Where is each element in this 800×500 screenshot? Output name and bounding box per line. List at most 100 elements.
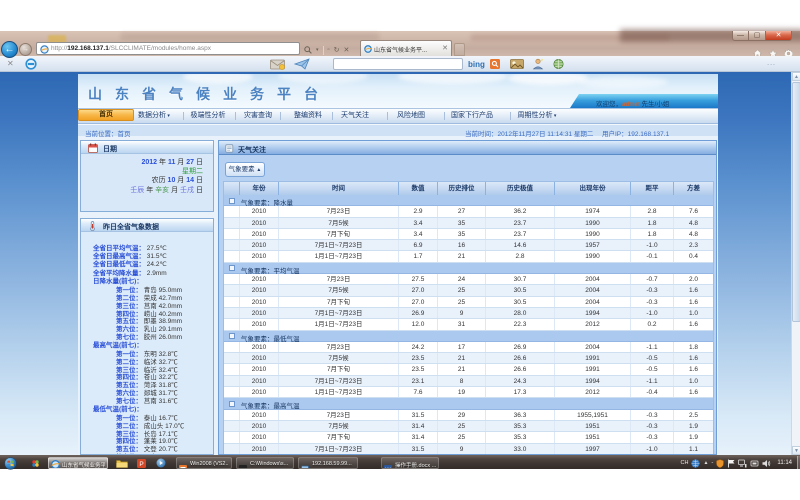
compatibility-icon[interactable]: ▫: [328, 47, 330, 53]
address-bar[interactable]: http://192.168.137.1/SLCCLIMATE/modules/…: [36, 42, 300, 55]
person-icon[interactable]: [532, 58, 544, 70]
mail-icon[interactable]: [270, 59, 286, 70]
table-cell: 31.5: [399, 410, 438, 420]
table-row[interactable]: 20107月23日2.92736.219742.87.6: [224, 206, 713, 217]
toolbar-overflow-dots[interactable]: ...: [767, 60, 776, 67]
scroll-down-icon[interactable]: ▼: [792, 446, 800, 455]
table-row[interactable]: 20107月23日27.52430.72004-0.72.0: [224, 274, 713, 285]
table-row[interactable]: 20107月1日~7月23日6.91614.61957-1.02.3: [224, 240, 713, 251]
back-button[interactable]: ←: [1, 41, 18, 58]
speaker-icon[interactable]: [762, 459, 771, 468]
launcher-pinwheel-icon[interactable]: [31, 459, 40, 468]
task-button[interactable]: 192.168.59.99...: [298, 457, 358, 469]
globe-group-icon[interactable]: [552, 58, 565, 70]
network-icon[interactable]: [738, 459, 747, 468]
globe-tray-icon[interactable]: [691, 459, 700, 468]
gregorian-date: 2012 年 11 月 27 日: [130, 158, 203, 167]
task-button[interactable]: >_C:\Windows\s...: [236, 457, 294, 469]
nav-item[interactable]: 天气关注: [334, 109, 376, 123]
task-button[interactable]: Win2008 (VS2...: [176, 457, 232, 469]
bing-search-button-icon[interactable]: [490, 59, 500, 69]
table-cell: 2012: [555, 319, 631, 329]
task-label: 192.168.59.99...: [312, 461, 355, 467]
group-expander-icon[interactable]: [229, 265, 235, 271]
table-row[interactable]: 20107月下旬3.43523.719901.84.8: [224, 229, 713, 240]
usb-device-icon[interactable]: [750, 459, 759, 468]
refresh-icon[interactable]: ↻: [334, 46, 340, 54]
table-cell: 2010: [240, 206, 279, 216]
welcome-ribbon: 欢迎您，admin 先生/小姐: [570, 94, 718, 108]
table-cell: -0.3: [631, 285, 674, 295]
show-hidden-icons-icon[interactable]: ▲: [703, 460, 708, 466]
table-row[interactable]: 20101月1日~7月23日12.03122.320120.21.6: [224, 319, 713, 330]
forward-button[interactable]: →: [19, 43, 32, 56]
table-row[interactable]: 20107月1日~7月23日31.5933.01997-1.01.1: [224, 444, 713, 455]
language-indicator[interactable]: CH: [681, 460, 689, 466]
group-expander-icon[interactable]: [229, 198, 235, 204]
page-scrollbar[interactable]: ▲ ▼: [791, 72, 800, 455]
bing-search-input[interactable]: [333, 58, 463, 70]
table-row[interactable]: 20107月5候23.52126.61991-0.51.6: [224, 353, 713, 364]
start-button-icon[interactable]: [4, 457, 17, 470]
table-row[interactable]: 20107月下旬27.02530.52004-0.31.6: [224, 297, 713, 308]
nav-item[interactable]: 数据分析 ▾: [133, 109, 175, 123]
toolbar-close-icon[interactable]: ✕: [7, 60, 14, 68]
username: admin: [622, 101, 640, 108]
table-row[interactable]: 20107月23日24.21726.92004-1.11.8: [224, 342, 713, 353]
tab-close-icon[interactable]: ✕: [442, 45, 448, 52]
table-row[interactable]: 20107月1日~7月23日23.1824.31994-1.11.0: [224, 376, 713, 387]
element-filter-button[interactable]: 气象要素 ▲: [225, 162, 265, 177]
app-orange-icon[interactable]: P: [137, 459, 146, 468]
table-row[interactable]: 20107月1日~7月23日26.9928.01994-1.01.0: [224, 308, 713, 319]
explorer-folder-icon[interactable]: [116, 459, 128, 468]
security-shield-icon[interactable]: [716, 459, 724, 468]
nav-item-home[interactable]: 首页: [78, 109, 134, 121]
tab-favicon-icon: [364, 45, 372, 53]
table-row[interactable]: 20107月5候27.02530.52004-0.31.6: [224, 285, 713, 296]
column-header: 数值: [399, 182, 438, 195]
browser-tab[interactable]: 山东省气候业务平... ✕: [360, 40, 452, 56]
new-tab-button[interactable]: [454, 43, 465, 56]
scroll-up-icon[interactable]: ▲: [792, 72, 800, 81]
send-mail-icon[interactable]: [294, 58, 311, 70]
table-cell: 2010: [240, 364, 279, 374]
task-button[interactable]: W操作手册.docx ...: [381, 457, 439, 469]
column-header: 历史极值: [486, 182, 555, 195]
taskbar-clock[interactable]: 11:14: [777, 460, 792, 466]
nav-item[interactable]: 整编资料: [287, 109, 329, 123]
group-expander-icon[interactable]: [229, 333, 235, 339]
gallery-icon[interactable]: [510, 59, 524, 69]
action-center-flag-icon[interactable]: [727, 459, 735, 468]
search-icon[interactable]: [304, 46, 312, 54]
table-group-row[interactable]: 气象要素：最高气温: [224, 398, 713, 409]
table-cell: 1951: [555, 432, 631, 442]
table-group-row[interactable]: 气象要素：最低气温: [224, 331, 713, 342]
table-row[interactable]: 20107月下旬23.52126.61991-0.51.6: [224, 364, 713, 375]
row-lead-cell: [224, 342, 240, 352]
table-cell: 9: [438, 444, 486, 454]
active-task-button[interactable]: 山东省气候业务平台...: [48, 457, 108, 469]
row-lead-cell: [224, 364, 240, 374]
nav-item[interactable]: 极端性分析: [184, 109, 233, 123]
table-cell: 24.3: [486, 376, 555, 386]
table-row[interactable]: 20101月1日~7月23日1.7212.81990-0.10.4: [224, 251, 713, 262]
group-expander-icon[interactable]: [229, 401, 235, 407]
scrollbar-thumb[interactable]: [792, 82, 800, 322]
table-cell: 1955,1951: [555, 410, 631, 420]
table-row[interactable]: 20107月5候31.42535.31951-0.31.9: [224, 421, 713, 432]
nav-item[interactable]: 风险地图: [390, 109, 432, 123]
table-row[interactable]: 20107月下旬31.42535.31951-0.31.9: [224, 432, 713, 443]
stop-icon[interactable]: ✕: [344, 46, 350, 54]
table-group-row[interactable]: 气象要素：平均气温: [224, 263, 713, 274]
table-row[interactable]: 20107月23日31.52936.31955,1951-0.32.5: [224, 410, 713, 421]
nav-item[interactable]: 国家下行产品: [444, 109, 500, 123]
nav-item[interactable]: 灾害查询: [237, 109, 279, 123]
table-row[interactable]: 20107月5候3.43523.719901.84.8: [224, 218, 713, 229]
table-row[interactable]: 20101月1日~7月23日7.61917.32012-0.41.6: [224, 387, 713, 398]
media-player-icon[interactable]: [156, 458, 166, 468]
table-group-row[interactable]: 气象要素：降水量: [224, 195, 713, 206]
nav-item[interactable]: 周期性分析 ▾: [513, 109, 562, 123]
table-cell: 35: [438, 229, 486, 239]
search-dropdown-icon[interactable]: ▾: [316, 47, 319, 53]
blocked-icon[interactable]: [25, 58, 37, 70]
